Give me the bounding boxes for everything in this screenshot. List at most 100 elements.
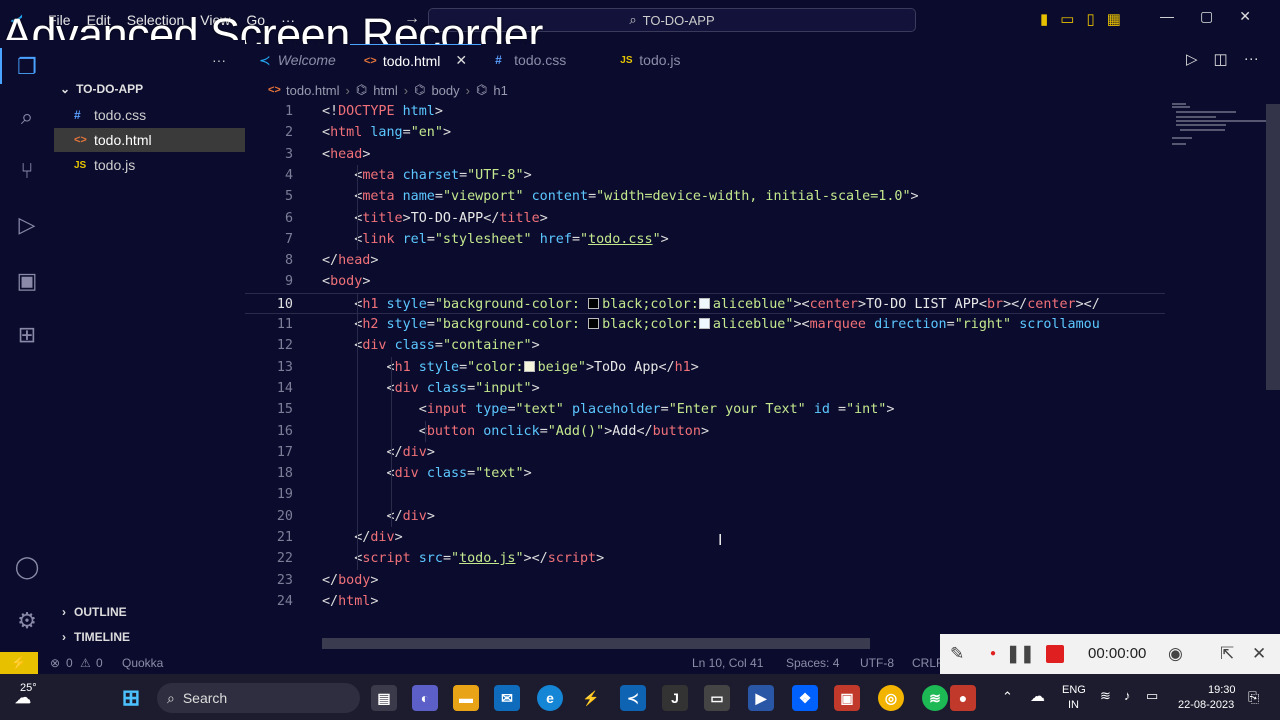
menu-selection[interactable]: Selection bbox=[127, 12, 185, 28]
code-text[interactable]: </div> bbox=[322, 506, 435, 527]
volume-icon[interactable]: ♪ bbox=[1124, 688, 1131, 703]
code-text[interactable]: <h2 style="background-color: black;color… bbox=[322, 314, 1100, 335]
file-item-todo-html[interactable]: <> todo.html bbox=[54, 128, 245, 152]
code-text[interactable]: </html> bbox=[322, 591, 378, 612]
source-control-icon[interactable]: ⑂ bbox=[12, 156, 42, 186]
code-line[interactable]: 6 <title>TO-DO-APP</title> bbox=[245, 208, 1165, 229]
code-line[interactable]: 9 <body> bbox=[245, 271, 1165, 292]
clock-time[interactable]: 19:30 bbox=[1208, 684, 1236, 696]
tab-todo-js[interactable]: JS todo.js bbox=[580, 44, 695, 76]
edge-icon[interactable]: e bbox=[537, 685, 563, 711]
menu-more[interactable]: ··· bbox=[281, 12, 295, 28]
code-line[interactable]: 15 <input type="text" placeholder="Enter… bbox=[245, 399, 1165, 420]
code-line[interactable]: 17 </div> bbox=[245, 442, 1165, 463]
run-debug-icon[interactable]: ▷ bbox=[12, 210, 42, 240]
code-line[interactable]: 16 <button onclick="Add()">Add</button> bbox=[245, 421, 1165, 442]
code-line[interactable]: 4 <meta charset="UTF-8"> bbox=[245, 165, 1165, 186]
file-explorer-icon[interactable]: ▬ bbox=[453, 685, 479, 711]
code-text[interactable]: <div class="input"> bbox=[322, 378, 540, 399]
forward-arrow-icon[interactable]: → bbox=[404, 10, 420, 28]
minimap[interactable] bbox=[1170, 101, 1266, 151]
pen-icon[interactable]: ✎ bbox=[950, 644, 964, 664]
minimize-icon[interactable]: — bbox=[1160, 8, 1174, 25]
spotify-icon[interactable]: ≋ bbox=[922, 685, 948, 711]
menu-go[interactable]: Go bbox=[246, 12, 265, 28]
close-window-icon[interactable]: ✕ bbox=[1239, 8, 1251, 25]
settings-gear-icon[interactable]: ⚙ bbox=[12, 606, 42, 636]
menu-file[interactable]: File bbox=[48, 12, 71, 28]
battery-icon[interactable]: ▭ bbox=[1146, 688, 1158, 704]
language-label[interactable]: ENG bbox=[1062, 684, 1086, 696]
code-line[interactable]: 10 <h1 style="background-color: black;co… bbox=[245, 292, 1165, 314]
code-line[interactable]: 5 <meta name="viewport" content="width=d… bbox=[245, 186, 1165, 207]
mail-icon[interactable]: ✉ bbox=[494, 685, 520, 711]
errors-icon[interactable]: ⊗ bbox=[50, 656, 60, 670]
timeline-section[interactable]: › TIMELINE bbox=[62, 630, 130, 644]
menu-edit[interactable]: Edit bbox=[87, 12, 111, 28]
toggle-panel-icon[interactable]: ▭ bbox=[1060, 10, 1074, 28]
camera-icon[interactable]: ◉ bbox=[1168, 644, 1183, 664]
code-text[interactable]: <meta name="viewport" content="width=dev… bbox=[322, 186, 918, 207]
remote-indicator-icon[interactable]: ⚡ bbox=[0, 652, 38, 674]
encoding[interactable]: UTF-8 bbox=[860, 656, 894, 670]
code-line[interactable]: 19 bbox=[245, 484, 1165, 505]
code-line[interactable]: 8 </head> bbox=[245, 250, 1165, 271]
tab-todo-html[interactable]: <> todo.html ✕ bbox=[349, 44, 482, 76]
code-text[interactable]: <link rel="stylesheet" href="todo.css"> bbox=[322, 229, 668, 250]
code-line[interactable]: 11 <h2 style="background-color: black;co… bbox=[245, 314, 1165, 335]
breadcrumb-file[interactable]: todo.html bbox=[286, 83, 339, 98]
code-text[interactable]: </div> bbox=[322, 527, 402, 548]
video-app-icon[interactable]: ● bbox=[950, 685, 976, 711]
breadcrumb-body[interactable]: body bbox=[431, 83, 459, 98]
cursor-position[interactable]: Ln 10, Col 41 bbox=[692, 656, 763, 670]
file-item-todo-css[interactable]: # todo.css bbox=[54, 103, 245, 127]
task-view-icon[interactable]: ▤ bbox=[371, 685, 397, 711]
tray-chevron-up-icon[interactable]: ⌃ bbox=[1002, 689, 1013, 705]
chrome-icon[interactable]: ◎ bbox=[878, 685, 904, 711]
vscode-taskbar-icon[interactable]: ≺ bbox=[620, 685, 646, 711]
explorer-icon[interactable]: ❐ bbox=[12, 52, 42, 82]
toggle-primary-sidebar-icon[interactable]: ▮ bbox=[1040, 10, 1048, 28]
code-line[interactable]: 14 <div class="input"> bbox=[245, 378, 1165, 399]
code-line[interactable]: 12 <div class="container"> bbox=[245, 335, 1165, 356]
accounts-icon[interactable]: ◯ bbox=[12, 552, 42, 582]
dropbox-icon[interactable]: ❖ bbox=[792, 685, 818, 711]
code-text[interactable]: </head> bbox=[322, 250, 378, 271]
code-text[interactable]: <meta charset="UTF-8"> bbox=[322, 165, 531, 186]
breadcrumb-h1[interactable]: h1 bbox=[493, 83, 507, 98]
teams-icon[interactable]: ◐ bbox=[412, 685, 438, 711]
remote-explorer-icon[interactable]: ▣ bbox=[12, 266, 42, 296]
code-line[interactable]: 1 <!DOCTYPE html> bbox=[245, 101, 1165, 122]
command-center[interactable]: ⌕ TO-DO-APP bbox=[428, 8, 916, 32]
code-line[interactable]: 18 <div class="text"> bbox=[245, 463, 1165, 484]
back-arrow-icon[interactable]: ← bbox=[366, 10, 382, 28]
pause-icon[interactable]: ❚❚ bbox=[1006, 644, 1035, 664]
tab-todo-css[interactable]: # todo.css bbox=[481, 44, 581, 76]
warnings-icon[interactable]: ⚠ bbox=[80, 656, 91, 670]
split-editor-icon[interactable]: ◫ bbox=[1214, 50, 1228, 68]
code-text[interactable]: <body> bbox=[322, 271, 370, 292]
code-editor[interactable]: 1 <!DOCTYPE html> 2 <html lang="en"> 3 <head>… bbox=[245, 101, 1165, 626]
toggle-secondary-sidebar-icon[interactable]: ▯ bbox=[1086, 10, 1094, 28]
code-line[interactable]: 7 <link rel="stylesheet" href="todo.css"… bbox=[245, 229, 1165, 250]
folder-to-do-app[interactable]: ⌄ TO-DO-APP bbox=[60, 82, 143, 96]
file-item-todo-js[interactable]: JS todo.js bbox=[54, 153, 245, 177]
code-text[interactable]: <!DOCTYPE html> bbox=[322, 101, 443, 122]
close-tab-icon[interactable]: ✕ bbox=[455, 52, 467, 69]
wifi-icon[interactable]: ≋ bbox=[1100, 688, 1111, 704]
notification-icon[interactable]: ⎘ bbox=[1248, 689, 1259, 706]
code-line[interactable]: 24 </html> bbox=[245, 591, 1165, 612]
code-text[interactable]: <input type="text" placeholder="Enter yo… bbox=[322, 399, 895, 420]
expand-icon[interactable]: ⇱ bbox=[1220, 644, 1234, 664]
explorer-more-icon[interactable]: ··· bbox=[212, 52, 226, 68]
code-text[interactable]: <h1 style="color:beige">ToDo App</h1> bbox=[322, 357, 699, 378]
run-icon[interactable]: ▷ bbox=[1186, 50, 1198, 68]
code-text[interactable]: </div> bbox=[322, 442, 435, 463]
stop-icon[interactable] bbox=[1046, 645, 1064, 663]
code-line[interactable]: 23 </body> bbox=[245, 570, 1165, 591]
code-line[interactable]: 22 <script src="todo.js"></script> bbox=[245, 548, 1165, 569]
code-text[interactable]: <div class="container"> bbox=[322, 335, 539, 356]
close-recorder-icon[interactable]: ✕ bbox=[1252, 644, 1266, 664]
taskbar-search[interactable]: ⌕ Search bbox=[157, 683, 360, 713]
code-line[interactable]: 2 <html lang="en"> bbox=[245, 122, 1165, 143]
